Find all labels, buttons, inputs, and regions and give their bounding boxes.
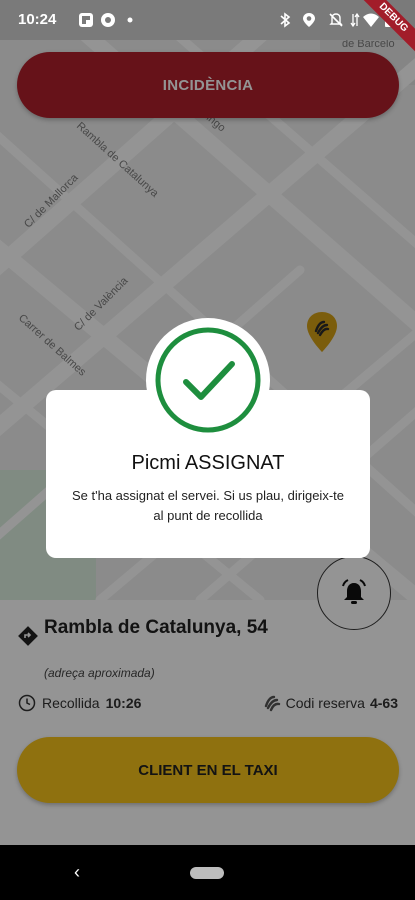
bluetooth-icon — [280, 12, 291, 28]
back-icon[interactable]: ‹ — [74, 862, 80, 883]
dialog-title: Picmi ASSIGNAT — [131, 452, 285, 474]
settings-icon — [101, 13, 115, 27]
success-check-icon — [155, 327, 261, 433]
status-bar: 10:24 — [0, 0, 415, 40]
system-nav-bar: ‹ — [0, 845, 415, 900]
status-time: 10:24 — [18, 11, 57, 28]
dot-icon — [127, 17, 133, 23]
dialog-message: Se t'ha assignat el servei. Si us plau, … — [71, 488, 344, 523]
flipboard-icon — [79, 13, 93, 27]
home-pill-icon[interactable] — [190, 867, 224, 879]
mute-icon — [329, 13, 343, 27]
data-icon — [350, 12, 360, 28]
location-icon — [303, 13, 315, 27]
